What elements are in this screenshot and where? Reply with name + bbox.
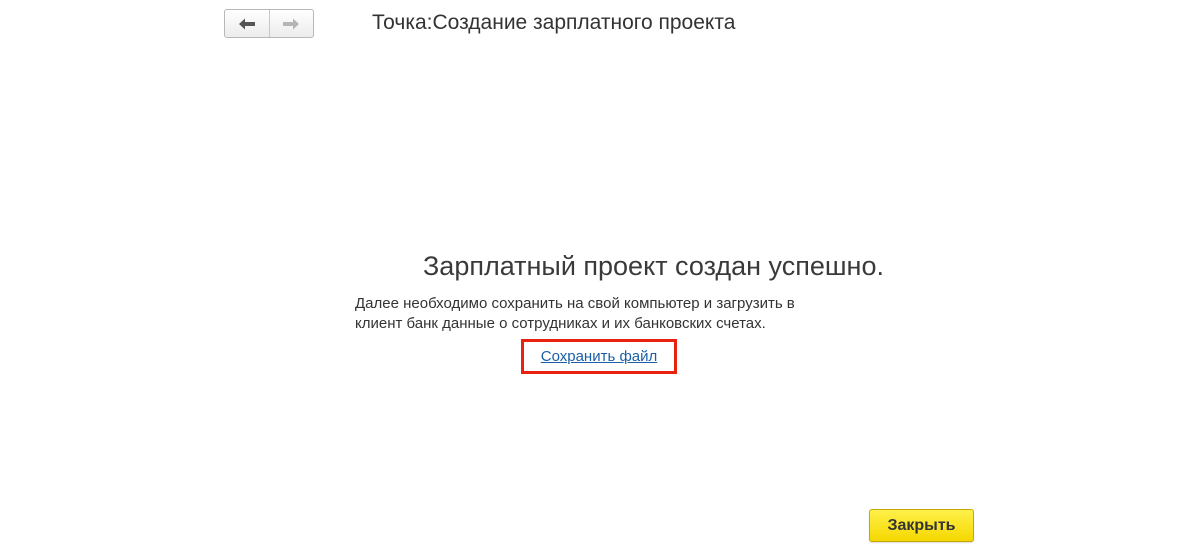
navigation-buttons [224, 9, 314, 38]
description-line: Далее необходимо сохранить на свой компь… [355, 295, 795, 312]
success-heading: Зарплатный проект создан успешно. [423, 251, 884, 281]
forward-button[interactable] [268, 10, 314, 37]
back-button[interactable] [225, 10, 269, 37]
close-button[interactable]: Закрыть [869, 509, 974, 542]
description-line: клиент банк данные о сотрудниках и их ба… [355, 315, 766, 332]
arrow-left-icon [237, 17, 257, 31]
description-text: Далее необходимо сохранить на свой компь… [355, 294, 875, 334]
save-file-link[interactable]: Сохранить файл [541, 348, 658, 365]
window-title: Точка:Создание зарплатного проекта [372, 11, 736, 34]
arrow-right-icon [281, 17, 301, 31]
highlight-frame: Сохранить файл [521, 339, 677, 374]
